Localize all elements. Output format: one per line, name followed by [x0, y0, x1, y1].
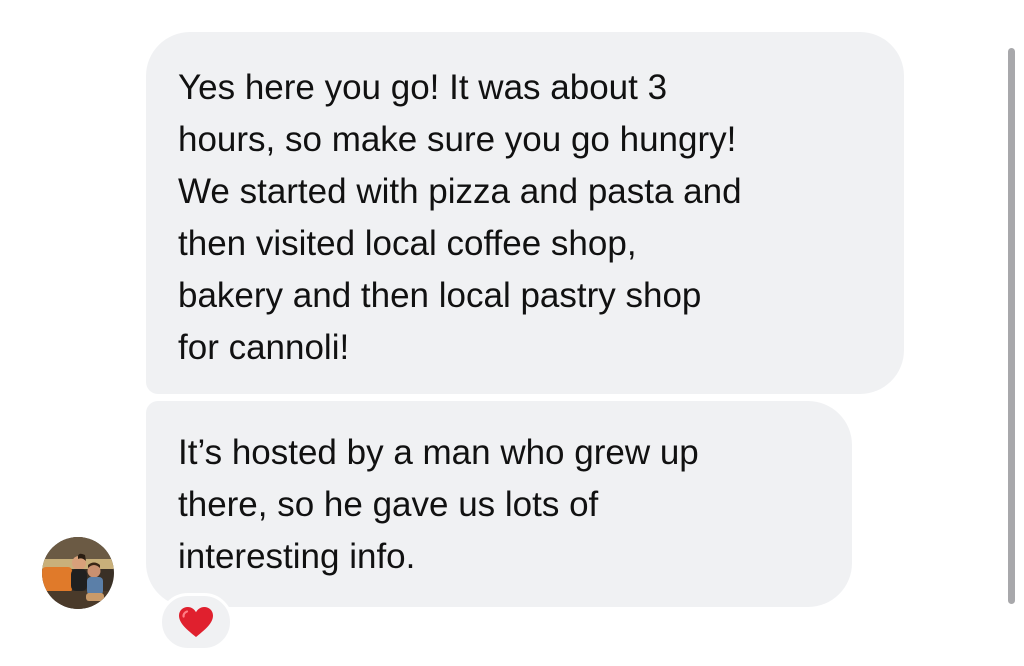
message-line: then visited local coffee shop, — [178, 224, 637, 263]
message-line: hours, so make sure you go hungry! — [178, 120, 737, 159]
scrollbar[interactable] — [1008, 48, 1015, 604]
avatar[interactable] — [42, 537, 114, 609]
avatar-photo-icon — [42, 537, 114, 609]
chat-thread: Yes here you go! It was about 3 hours, s… — [0, 0, 1024, 666]
message-line: We started with pizza and pasta and — [178, 172, 742, 211]
message-line: bakery and then local pastry shop — [178, 276, 702, 315]
red-heart-icon — [179, 607, 213, 637]
message-line: It’s hosted by a man who grew up — [178, 433, 699, 472]
message-line: interesting info. — [178, 537, 416, 576]
message-line: there, so he gave us lots of — [178, 485, 599, 524]
message-line: for cannoli! — [178, 328, 350, 367]
message-bubble[interactable]: Yes here you go! It was about 3 hours, s… — [146, 32, 904, 394]
message-bubble[interactable]: It’s hosted by a man who grew up there, … — [146, 401, 852, 607]
message-line: Yes here you go! It was about 3 — [178, 68, 668, 107]
reaction-badge[interactable] — [159, 593, 233, 651]
